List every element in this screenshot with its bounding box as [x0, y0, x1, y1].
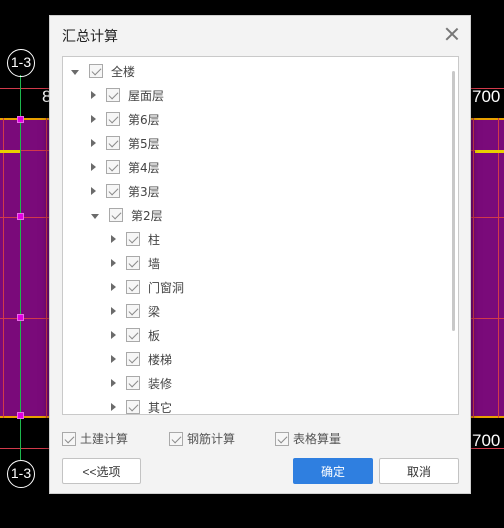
axis-bubble-bottom: 1-3 [7, 460, 35, 488]
dimension-text: 700 [472, 87, 501, 106]
tree-checkbox[interactable] [126, 376, 140, 390]
collapse-arrow-icon[interactable] [111, 379, 116, 387]
tree-checkbox[interactable] [106, 136, 120, 150]
column-node[interactable] [17, 213, 24, 220]
tree-item-label: 楼梯 [148, 352, 173, 367]
tree-item-label: 第5层 [128, 136, 160, 151]
collapse-arrow-icon[interactable] [91, 115, 96, 123]
tree-scrollbar[interactable] [452, 71, 455, 331]
collapse-arrow-icon[interactable] [111, 403, 116, 411]
tree-checkbox[interactable] [126, 400, 140, 414]
tree-item-label: 屋面层 [128, 88, 165, 103]
cancel-button[interactable]: 取消 [379, 458, 459, 484]
tree-item-label: 梁 [148, 304, 161, 319]
option-civil-calc[interactable]: 土建计算 [62, 430, 128, 447]
tree-item[interactable]: 板 [111, 323, 160, 347]
summary-calc-dialog: 汇总计算 全楼屋面层第6层第5层第4层第3层第2层柱墙门窗洞梁板楼梯装修其它 土… [49, 15, 471, 494]
checkbox-checked[interactable] [169, 431, 183, 446]
tree-item-label: 第3层 [128, 184, 160, 199]
dialog-title-bar[interactable]: 汇总计算 [50, 16, 470, 54]
tree-checkbox[interactable] [126, 328, 140, 342]
tree-item[interactable]: 门窗洞 [111, 275, 184, 299]
options-button[interactable]: <<选项 [62, 458, 141, 484]
tree-item-label: 第2层 [131, 208, 163, 223]
column-node[interactable] [17, 412, 24, 419]
tree-item[interactable]: 第4层 [91, 155, 160, 179]
tree-item[interactable]: 其它 [111, 395, 173, 415]
collapse-arrow-icon[interactable] [91, 163, 96, 171]
beam-segment [0, 150, 20, 153]
tree-checkbox[interactable] [126, 352, 140, 366]
tree-checkbox[interactable] [106, 112, 120, 126]
tree-checkbox[interactable] [109, 208, 123, 222]
tree-checkbox[interactable] [106, 160, 120, 174]
grid-line [498, 118, 499, 418]
option-table-calc[interactable]: 表格算量 [275, 430, 341, 447]
tree-checkbox[interactable] [126, 232, 140, 246]
column-node[interactable] [17, 314, 24, 321]
tree-checkbox[interactable] [89, 64, 103, 78]
tree-item[interactable]: 第6层 [91, 107, 160, 131]
tree-item-label: 墙 [148, 256, 161, 271]
collapse-arrow-icon[interactable] [91, 187, 96, 195]
tree-checkbox[interactable] [126, 280, 140, 294]
tree-checkbox[interactable] [106, 88, 120, 102]
checkbox-checked[interactable] [275, 431, 289, 446]
option-label: 土建计算 [80, 432, 129, 446]
collapse-arrow-icon[interactable] [111, 235, 116, 243]
tree-item[interactable]: 屋面层 [91, 83, 164, 107]
ok-button[interactable]: 确定 [293, 458, 373, 484]
tree-checkbox[interactable] [126, 256, 140, 270]
close-icon[interactable] [444, 26, 460, 42]
collapse-arrow-icon[interactable] [91, 91, 96, 99]
tree-checkbox[interactable] [106, 184, 120, 198]
collapse-arrow-icon[interactable] [111, 331, 116, 339]
option-label: 表格算量 [293, 432, 342, 446]
column-node[interactable] [17, 116, 24, 123]
option-rebar-calc[interactable]: 钢筋计算 [169, 430, 235, 447]
tree-item[interactable]: 楼梯 [111, 347, 172, 371]
grid-line [3, 118, 4, 418]
beam-segment [475, 150, 504, 153]
tree-item[interactable]: 梁 [111, 299, 160, 323]
grid-line [46, 118, 47, 418]
tree-checkbox[interactable] [126, 304, 140, 318]
axis-line [20, 75, 21, 460]
tree-item-label: 第6层 [128, 112, 160, 127]
tree-item-label: 板 [148, 328, 161, 343]
checkbox-checked[interactable] [62, 431, 76, 446]
tree-item-label: 柱 [148, 232, 161, 247]
expand-arrow-icon[interactable] [71, 69, 79, 75]
tree-item[interactable]: 第5层 [91, 131, 160, 155]
collapse-arrow-icon[interactable] [111, 355, 116, 363]
tree-item[interactable]: 墙 [111, 251, 160, 275]
tree-item-label: 第4层 [128, 160, 160, 175]
axis-bubble-top: 1-3 [7, 49, 35, 77]
floor-tree: 全楼屋面层第6层第5层第4层第3层第2层柱墙门窗洞梁板楼梯装修其它 [62, 56, 459, 415]
collapse-arrow-icon[interactable] [111, 307, 116, 315]
tree-item-label: 门窗洞 [148, 280, 185, 295]
tree-item-label: 其它 [148, 400, 173, 415]
grid-line [473, 118, 474, 418]
dimension-text: 700 [472, 431, 501, 450]
collapse-arrow-icon[interactable] [111, 283, 116, 291]
expand-arrow-icon[interactable] [91, 213, 99, 219]
tree-item[interactable]: 第3层 [91, 179, 160, 203]
collapse-arrow-icon[interactable] [91, 139, 96, 147]
dialog-title: 汇总计算 [62, 29, 118, 45]
tree-item[interactable]: 第2层 [91, 203, 163, 227]
collapse-arrow-icon[interactable] [111, 259, 116, 267]
tree-item[interactable]: 全楼 [71, 59, 135, 83]
tree-item-label: 全楼 [111, 64, 136, 79]
tree-item[interactable]: 柱 [111, 227, 160, 251]
tree-item[interactable]: 装修 [111, 371, 172, 395]
tree-item-label: 装修 [148, 376, 173, 391]
option-label: 钢筋计算 [187, 432, 236, 446]
